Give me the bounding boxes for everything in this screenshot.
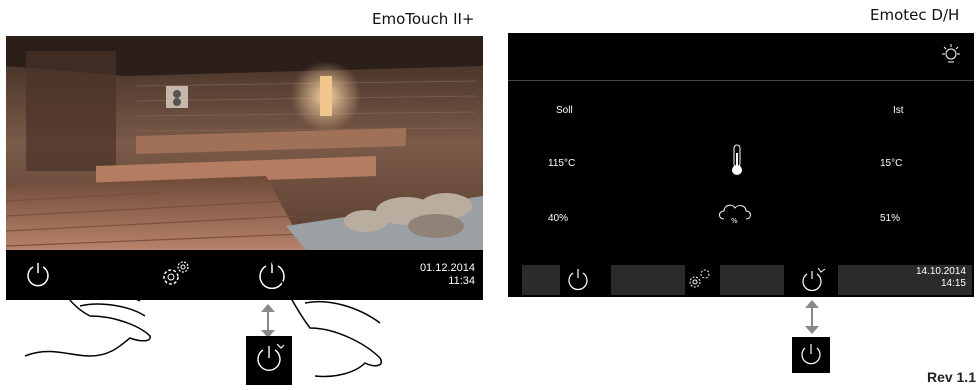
- emotec-screen: Soll Ist 115°C 15°C 40% % 51% 14.10.2014…: [508, 33, 974, 297]
- emotouch-datetime: 01.12.2014 11:34: [420, 262, 475, 288]
- power-popup-right[interactable]: [792, 337, 830, 373]
- ist-humidity: 51%: [880, 213, 901, 224]
- popup-power-icon: [801, 344, 821, 365]
- emotec-datetime: 14.10.2014 14:15: [916, 266, 966, 290]
- emotouch-caption: EmoTouch II+: [372, 10, 475, 28]
- emotec-date: 14.10.2014: [915, 266, 966, 277]
- hand-illustration-left: [24, 265, 151, 357]
- humidity-cloud-icon: %: [716, 199, 754, 227]
- sauna-image: [6, 36, 483, 250]
- settings-cell: [611, 265, 685, 295]
- gear-icon[interactable]: [686, 267, 712, 291]
- emotec-time: 14:15: [940, 278, 966, 289]
- power-cell-left: [522, 265, 560, 295]
- swap-arrow-left: [261, 304, 275, 338]
- ist-label: Ist: [893, 105, 904, 116]
- timer-icon[interactable]: [798, 265, 828, 293]
- emotouch-date: 01.12.2014: [419, 262, 475, 274]
- divider: [508, 80, 974, 81]
- ist-temperature: 15°C: [880, 158, 903, 169]
- light-icon[interactable]: [940, 43, 962, 67]
- timer-popup-left[interactable]: [246, 336, 292, 385]
- power-icon[interactable]: [566, 267, 590, 291]
- soll-humidity[interactable]: 40%: [548, 213, 568, 224]
- svg-text:%: %: [731, 217, 738, 225]
- page-hint: Rev 1.1: [926, 369, 976, 385]
- soll-temperature[interactable]: 115°C: [548, 158, 575, 169]
- emotouch-time: 11:34: [448, 275, 475, 287]
- timer-power-icon: [257, 343, 285, 371]
- timer-cell: [720, 265, 784, 295]
- swap-arrow-right: [805, 300, 819, 334]
- thermometer-icon: [729, 143, 745, 177]
- emotec-caption: Emotec D/H: [870, 6, 960, 24]
- soll-label: Soll: [556, 105, 573, 116]
